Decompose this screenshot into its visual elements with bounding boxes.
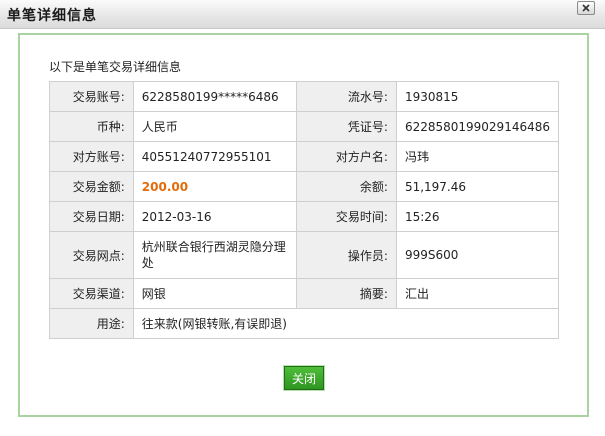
date-value: 2012-03-16 [132,201,297,232]
table-row: 交易网点: 杭州联合银行西湖灵隐分理处 操作员: 999S600 [49,231,560,279]
serial-number-label: 流水号: [295,81,397,112]
time-label: 交易时间: [295,201,397,232]
summary-value: 汇出 [395,278,560,309]
operator-label: 操作员: [295,231,397,279]
purpose-label: 用途: [49,308,134,339]
voucher-number-value: 6228580199029146486 [395,111,560,142]
currency-value: 人民币 [132,111,297,142]
channel-value: 网银 [132,278,297,309]
title-bar: 单笔详细信息 [0,0,605,29]
table-row: 交易渠道: 网银 摘要: 汇出 [49,278,560,309]
time-value: 15:26 [395,201,560,232]
voucher-number-label: 凭证号: [295,111,397,142]
channel-label: 交易渠道: [49,278,134,309]
transaction-detail-dialog: 单笔详细信息 以下是单笔交易详细信息 交易账号: 6228580199*****… [0,0,605,436]
counterparty-name-label: 对方户名: [295,141,397,172]
close-button[interactable]: 关闭 [283,365,325,391]
summary-label: 摘要: [295,278,397,309]
balance-value: 51,197.46 [395,171,560,202]
transaction-detail-table: 交易账号: 6228580199*****6486 流水号: 1930815 币… [49,81,560,339]
table-row: 交易账号: 6228580199*****6486 流水号: 1930815 [49,81,560,112]
dialog-title: 单笔详细信息 [7,8,97,24]
serial-number-value: 1930815 [395,81,560,112]
currency-label: 币种: [49,111,134,142]
table-row: 交易金额: 200.00 余额: 51,197.46 [49,171,560,202]
counterparty-account-label: 对方账号: [49,141,134,172]
account-label: 交易账号: [49,81,134,112]
table-row: 对方账号: 40551240772955101 对方户名: 冯玮 [49,141,560,172]
date-label: 交易日期: [49,201,134,232]
branch-value: 杭州联合银行西湖灵隐分理处 [132,231,297,279]
purpose-value: 往来款(网银转账,有误即退) [132,308,560,339]
amount-label: 交易金额: [49,171,134,202]
operator-value: 999S600 [395,231,560,279]
table-row: 币种: 人民币 凭证号: 6228580199029146486 [49,111,560,142]
amount-value: 200.00 [132,171,297,202]
table-row: 用途: 往来款(网银转账,有误即退) [49,308,560,339]
intro-text: 以下是单笔交易详细信息 [49,60,182,74]
counterparty-account-value: 40551240772955101 [132,141,297,172]
account-value: 6228580199*****6486 [132,81,297,112]
balance-label: 余额: [295,171,397,202]
branch-label: 交易网点: [49,231,134,279]
counterparty-name-value: 冯玮 [395,141,560,172]
table-row: 交易日期: 2012-03-16 交易时间: 15:26 [49,201,560,232]
window-close-button[interactable] [577,1,595,15]
